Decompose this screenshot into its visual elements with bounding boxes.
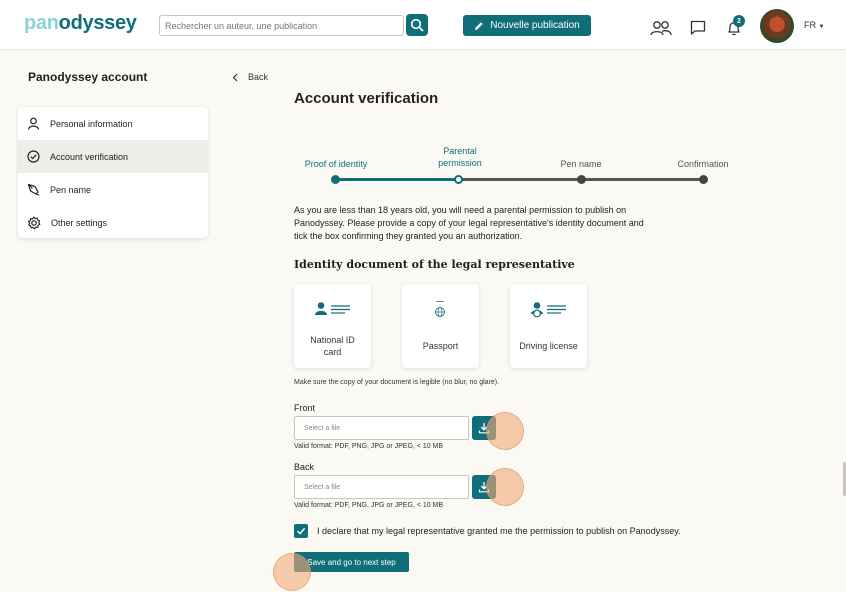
back-valid-format: Valid format: PDF, PNG, JPG or JPEG, < 1… — [294, 502, 444, 509]
document-option-national-id[interactable]: National ID card — [294, 284, 371, 368]
touch-indicator — [273, 553, 311, 591]
search-input[interactable] — [159, 15, 404, 36]
notification-badge: 2 — [733, 15, 745, 27]
logo[interactable]: panodyssey — [24, 12, 137, 35]
sidebar-item-pen-name[interactable]: Pen name — [18, 173, 208, 206]
pen-nib-icon — [27, 183, 40, 196]
document-option-driving-license[interactable]: Driving license — [510, 284, 587, 368]
front-valid-format: Valid format: PDF, PNG, JPG or JPEG, < 1… — [294, 443, 444, 450]
step-label-proof-of-identity: Proof of identity — [304, 159, 368, 169]
driving-license-icon — [531, 302, 566, 318]
back-label: Back — [294, 462, 315, 472]
declaration-checkbox[interactable] — [294, 524, 308, 538]
new-publication-button[interactable]: Nouvelle publication — [463, 15, 591, 36]
step-label-pen-name: Pen name — [560, 159, 602, 169]
identity-document-section-title: Identity document of the legal represent… — [294, 258, 575, 271]
sidebar-item-personal-information[interactable]: Personal information — [18, 107, 208, 140]
intro-text: As you are less than 18 years old, you w… — [294, 205, 644, 241]
sidebar-item-account-verification[interactable]: Account verification — [18, 140, 208, 173]
step-dot-pen-name — [577, 175, 586, 184]
check-circle-icon — [27, 150, 40, 163]
avatar[interactable] — [760, 9, 794, 43]
back-file-input[interactable]: Select a file — [294, 475, 469, 499]
sidebar-menu: Personal information Account verificatio… — [18, 107, 208, 238]
stepper-track-done — [335, 178, 459, 181]
chat-icon[interactable] — [690, 20, 706, 36]
checkmark-icon — [296, 527, 306, 535]
users-icon[interactable] — [650, 20, 672, 36]
document-option-passport[interactable]: Passport — [402, 284, 479, 368]
step-label-parental-permission: Parental permission — [438, 146, 482, 168]
chevron-down-icon: ▼ — [818, 24, 825, 30]
touch-indicator — [486, 412, 524, 450]
step-dot-confirmation — [699, 175, 708, 184]
pencil-icon — [475, 21, 483, 30]
front-label: Front — [294, 403, 316, 413]
declaration-text: I declare that my legal representative g… — [317, 526, 681, 536]
search-icon — [410, 18, 424, 32]
chevron-left-icon — [232, 73, 238, 81]
legibility-note: Make sure the copy of your document is l… — [294, 379, 500, 386]
top-header: panodyssey Nouvelle publication 2 FR ▼ — [0, 0, 846, 50]
language-selector[interactable]: FR ▼ — [804, 20, 824, 30]
search-button[interactable] — [406, 14, 428, 36]
touch-indicator — [486, 468, 524, 506]
front-file-input[interactable]: Select a file — [294, 416, 469, 440]
passport-icon — [435, 301, 445, 317]
step-label-confirmation: Confirmation — [677, 159, 729, 169]
user-icon — [27, 117, 40, 130]
step-dot-proof-of-identity — [331, 175, 340, 184]
page-title: Account verification — [294, 90, 439, 107]
sidebar-title: Panodyssey account — [28, 70, 148, 84]
gear-icon — [27, 215, 41, 229]
id-card-icon — [315, 302, 350, 315]
save-next-step-button[interactable]: Save and go to next step — [294, 552, 409, 572]
sidebar-item-other-settings[interactable]: Other settings — [18, 206, 208, 238]
step-dot-parental-permission — [454, 175, 463, 184]
back-link[interactable]: Back — [232, 72, 268, 82]
